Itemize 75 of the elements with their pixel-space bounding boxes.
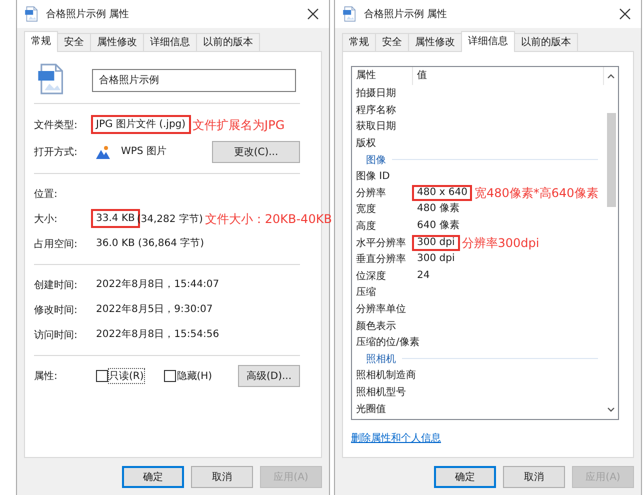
property-value: 480 像素	[416, 202, 460, 216]
annotation-text: 文件大小：20KB-40KB	[204, 210, 332, 226]
tab[interactable]: 常规	[24, 31, 58, 52]
window-title: 合格照片示例 属性	[46, 8, 130, 21]
name-field[interactable]: 合格照片示例	[92, 68, 296, 92]
property-value: 24	[416, 268, 431, 283]
column-header[interactable]: 值	[413, 67, 604, 85]
property-name: 压缩	[355, 286, 377, 300]
close-icon[interactable]	[307, 8, 319, 20]
annotation-text: 文件扩展名为JPG	[192, 116, 285, 132]
field-label: 访问时间:	[34, 328, 78, 342]
change-button[interactable]: 更改(C)...	[212, 140, 300, 162]
property-name: 照相机制造商	[355, 368, 417, 382]
property-name: 颜色表示	[355, 320, 397, 333]
scroll-up-icon[interactable]	[607, 73, 615, 80]
window-title: 合格照片示例 属性	[364, 8, 448, 21]
property-value: 300 dpi	[412, 234, 460, 251]
property-name: 版权	[355, 136, 377, 150]
file-icon	[343, 6, 356, 22]
field-label: 占用空间:	[34, 238, 78, 250]
field-label: 修改时间:	[34, 304, 78, 316]
tab[interactable]: 以前的版本	[196, 33, 260, 51]
checkbox-label[interactable]: 只读(R)	[109, 368, 144, 382]
property-name: 光圈值	[355, 402, 387, 416]
property-name: 压缩的位/像素	[355, 336, 420, 350]
property-name: 高度	[355, 220, 377, 234]
field-label: 大小:	[34, 212, 58, 226]
field-label: 文件类型:	[34, 118, 78, 132]
advanced-button[interactable]: 高级(D)...	[238, 364, 300, 386]
dialog-button[interactable]: 确定	[434, 466, 496, 488]
field-label: 位置:	[34, 188, 58, 200]
group-heading: 图像	[366, 154, 386, 167]
field-label: 打开方式:	[34, 146, 78, 158]
property-value: 640 像素	[416, 218, 460, 234]
property-name: 宽度	[355, 202, 377, 216]
dialog-button[interactable]: 取消	[191, 466, 253, 488]
field-value: 36.0 KB (36,864 字节)	[95, 236, 206, 251]
checkbox[interactable]	[96, 370, 108, 382]
property-value: 480 x 640	[412, 184, 472, 201]
field-value: 2022年8月8日，15:44:07	[95, 278, 220, 292]
property-value: 300 dpi	[416, 252, 456, 266]
property-name: 获取日期	[355, 120, 397, 134]
field-value: 2022年8月8日，15:54:56	[95, 328, 220, 342]
dialog-button[interactable]: 确定	[122, 466, 184, 488]
close-icon[interactable]	[619, 8, 631, 20]
annotation-text: 宽480像素*高640像素	[474, 184, 598, 201]
field-value: 2022年8月5日，9:30:07	[95, 303, 214, 317]
annotation-text: 分辨率300dpi	[462, 234, 540, 251]
property-name: 垂直分辨率	[355, 252, 407, 266]
checkbox-label[interactable]: 隐藏(H)	[176, 368, 212, 382]
field-label: 创建时间:	[34, 278, 78, 292]
dialog-button[interactable]: 取消	[503, 466, 565, 488]
field-label: 属性:	[34, 370, 58, 382]
property-name: 水平分辨率	[355, 236, 407, 250]
tab[interactable]: 详细信息	[461, 31, 515, 52]
checkbox[interactable]	[164, 370, 176, 382]
property-name: 位深度	[355, 270, 387, 283]
property-name: 分辨率	[355, 186, 387, 200]
property-name: 程序名称	[355, 104, 397, 117]
field-value: JPG 图片文件 (.jpg)	[91, 115, 191, 134]
image-file-icon	[38, 62, 64, 94]
app-icon	[96, 144, 110, 158]
tab[interactable]: 常规	[342, 33, 376, 51]
property-name: 拍摄日期	[355, 86, 397, 100]
group-heading: 照相机	[366, 352, 396, 366]
scrollbar-thumb[interactable]	[606, 113, 616, 207]
remove-properties-link[interactable]: 删除属性和个人信息	[351, 431, 441, 445]
property-name: 图像 ID	[355, 170, 391, 184]
scroll-down-icon[interactable]	[607, 406, 615, 413]
property-name: 分辨率单位	[355, 302, 407, 316]
file-icon	[25, 6, 38, 22]
property-name: 照相机型号	[355, 386, 407, 399]
app-name: WPS 图片	[120, 144, 168, 159]
column-header[interactable]: 属性	[352, 67, 413, 85]
tab[interactable]: 以前的版本	[514, 33, 578, 51]
